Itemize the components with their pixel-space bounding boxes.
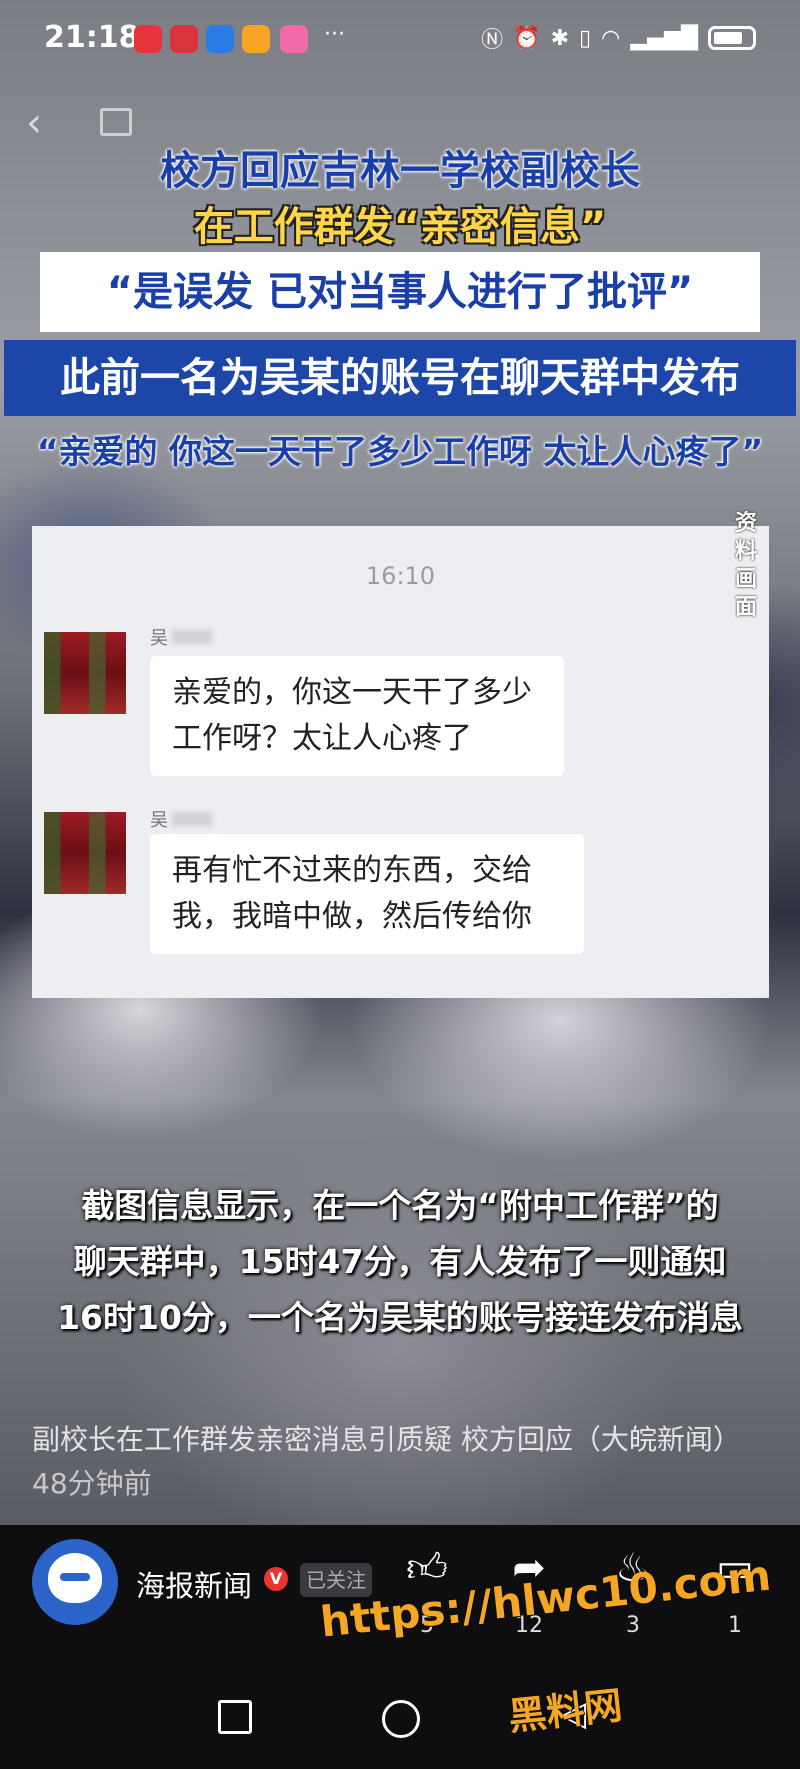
status-bar: 21:18 ··· Ⓝ ⏰ ✱ ▯ ◠ ▂▄▆█ [0,0,800,80]
bluetooth-icon: ✱ [550,25,569,51]
caption-line: 16时10分，一个名为吴某的账号接连发布消息 [57,1298,743,1337]
recent-apps-button[interactable] [218,1700,252,1734]
follow-button[interactable]: 已关注 [300,1563,372,1597]
wifi-icon: ◠ [601,25,621,51]
chat-screenshot: 16:10 吴 亲爱的，你这一天干了多少工作呀？太让人心疼了 吴 再有忙不过来的… [32,526,769,998]
archive-footage-label: 资料画面 [735,511,758,620]
signal-icon: ▂▄▆█ [630,25,698,51]
comment-count: 1 [728,1613,742,1638]
home-button[interactable] [382,1700,420,1738]
subtitle-caption: 截图信息显示，在一个名为“附中工作群”的 聊天群中，15时47分，有人发布了一则… [0,1178,800,1346]
account-name[interactable]: 海报新闻 [136,1563,252,1605]
sender-name-blur [172,630,212,644]
headline-line-4: 此前一名为吴某的账号在聊天群中发布 [60,355,740,401]
vibrate-icon: ▯ [579,25,592,51]
headline-box-blue: 此前一名为吴某的账号在聊天群中发布 [4,340,796,416]
video-timestamp: 48分钟前 [32,1467,152,1500]
headline-box-white: “是误发 已对当事人进行了批评” [40,252,760,332]
cast-icon[interactable] [100,108,132,136]
clock: 21:18 [44,20,140,55]
fire-count: 3 [626,1613,640,1638]
chat-message: 再有忙不过来的东西，交给我，我暗中做，然后传给你 [150,834,584,954]
tutor-app-icon [206,25,234,53]
avatar [44,632,126,714]
bilibili-app-icon [280,25,308,53]
headline-quote: “亲爱的 你这一天干了多少工作呀 太让人心疼了” [36,432,764,471]
nfc-icon: Ⓝ [481,28,504,53]
xiaohongshu-app-icon [134,25,162,53]
caption-line: 截图信息显示，在一个名为“附中工作群”的 [81,1186,719,1225]
avatar [44,812,126,894]
battery-icon [708,26,756,50]
more-notifications-icon: ··· [324,22,345,47]
taobao-app-icon [242,25,270,53]
status-icons: Ⓝ ⏰ ✱ ▯ ◠ ▂▄▆█ [481,22,756,54]
chat-timestamp: 16:10 [365,562,436,590]
headline-line-3: “是误发 已对当事人进行了批评” [106,269,694,315]
sender-name-blur [172,812,212,826]
caption-line: 聊天群中，15时47分，有人发布了一则通知 [73,1242,727,1281]
sender-name: 吴 [150,628,168,649]
alarm-icon: ⏰ [513,25,541,51]
verified-icon: V [264,1567,288,1591]
sender-name: 吴 [150,810,168,831]
chat-message: 亲爱的，你这一天干了多少工作呀？太让人心疼了 [150,656,564,776]
headline-line-1: 校方回应吉林一学校副校长 [160,148,640,194]
headline-line-2: 在工作群发“亲密信息” [193,204,607,250]
news-app-icon [170,25,198,53]
video-title[interactable]: 副校长在工作群发亲密消息引质疑 校方回应（大皖新闻） [32,1418,741,1458]
account-avatar[interactable] [32,1539,118,1625]
